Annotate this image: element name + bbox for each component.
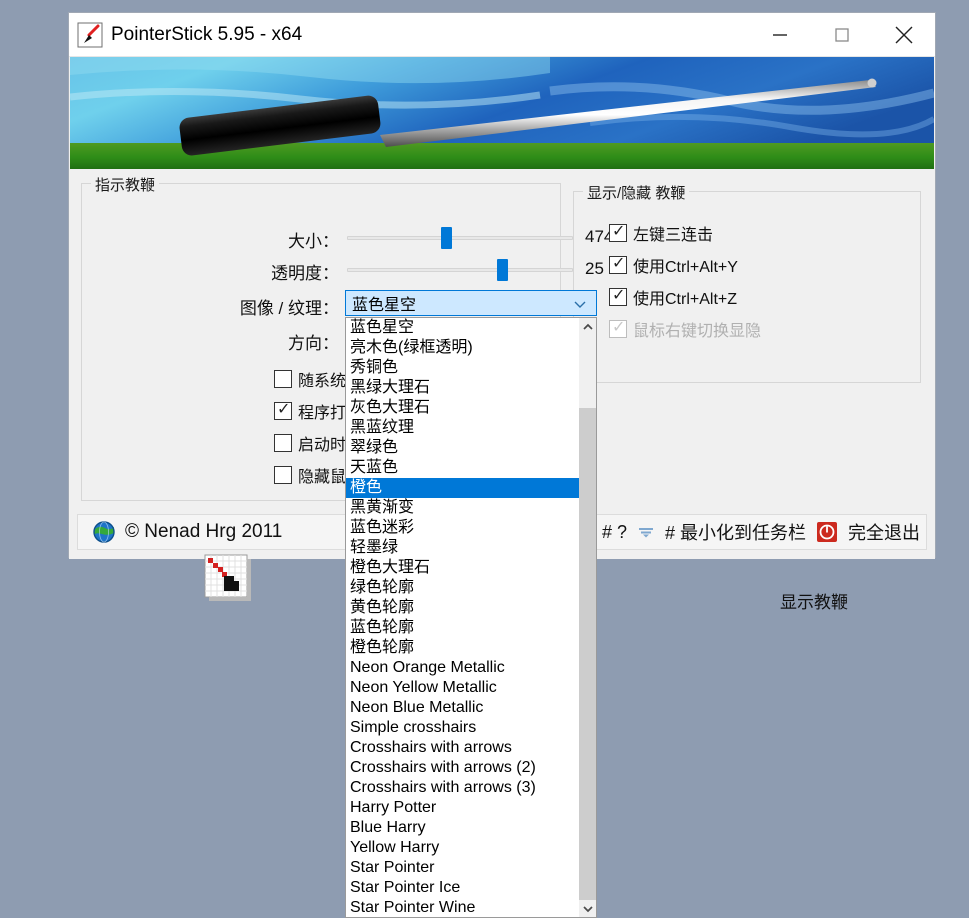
transparency-slider[interactable]: [347, 259, 573, 281]
dropdown-item[interactable]: 蓝色轮廓: [346, 618, 579, 638]
dropdown-scrollbar[interactable]: [579, 318, 596, 917]
pointer-preview-banner: [70, 57, 934, 169]
image-texture-combobox-value: 蓝色星空: [352, 291, 416, 315]
size-slider-track: [347, 236, 573, 240]
pointer-texture-preview-icon: [204, 554, 252, 606]
checkbox-row-hidemouse[interactable]: 隐藏鼠: [274, 463, 346, 487]
dropdown-item[interactable]: Star Pointer Wine: [346, 898, 579, 918]
minimize-icon: [770, 29, 790, 41]
application-window: PointerStick 5.95 - x64: [68, 12, 936, 558]
dropdown-item[interactable]: 蓝色迷彩: [346, 518, 579, 538]
scroll-down-button[interactable]: [579, 900, 596, 917]
size-slider[interactable]: [347, 227, 573, 249]
dropdown-separator-icon-2[interactable]: [637, 525, 655, 539]
dropdown-item[interactable]: 黄色轮廓: [346, 598, 579, 618]
pointer-settings-legend: 指示教鞭: [91, 174, 159, 195]
dropdown-items: 蓝色星空亮木色(绿框透明)秀铜色黑绿大理石灰色大理石黑蓝纹理翠绿色天蓝色橙色黑黄…: [346, 318, 579, 918]
checkbox-triple-click-label: 左键三连击: [633, 221, 713, 245]
dropdown-item[interactable]: Neon Yellow Metallic: [346, 678, 579, 698]
window-title: PointerStick 5.95 - x64: [111, 24, 302, 46]
dropdown-item[interactable]: 黑蓝纹理: [346, 418, 579, 438]
dropdown-item[interactable]: Neon Orange Metallic: [346, 658, 579, 678]
checkbox-system[interactable]: [274, 370, 292, 388]
checkbox-hidemouse-label: 隐藏鼠: [298, 463, 346, 487]
dropdown-item[interactable]: 橙色: [346, 478, 579, 498]
show-pointer-stick-button[interactable]: 显示教鞭: [669, 587, 959, 613]
chevron-down-icon[interactable]: [572, 296, 588, 312]
dropdown-item[interactable]: 蓝色星空: [346, 318, 579, 338]
size-slider-thumb[interactable]: [441, 227, 452, 249]
checkbox-system-label: 随系统: [298, 367, 346, 391]
transparency-label: 透明度：: [199, 259, 339, 284]
checkbox-ctrl-alt-z[interactable]: ✓: [609, 288, 627, 306]
checkbox-right-click-toggle: ✓: [609, 320, 627, 338]
dropdown-item[interactable]: Yellow Harry: [346, 838, 579, 858]
checkbox-row-ctrl-alt-y[interactable]: ✓ 使用Ctrl+Alt+Y: [609, 253, 738, 277]
dropdown-item[interactable]: 翠绿色: [346, 438, 579, 458]
dropdown-item[interactable]: Blue Harry: [346, 818, 579, 838]
checkbox-hidemouse[interactable]: [274, 466, 292, 484]
dropdown-item[interactable]: 橙色大理石: [346, 558, 579, 578]
pointer-stick-icon: [77, 22, 103, 48]
scrollbar-thumb[interactable]: [579, 335, 596, 408]
close-icon: [892, 23, 916, 47]
dropdown-item[interactable]: 秀铜色: [346, 358, 579, 378]
minimize-to-tray-button[interactable]: # 最小化到任务栏: [665, 519, 806, 545]
exit-button[interactable]: 完全退出: [848, 519, 920, 545]
dropdown-item[interactable]: 天蓝色: [346, 458, 579, 478]
checkbox-program[interactable]: ✓: [274, 402, 292, 420]
dropdown-item[interactable]: Simple crosshairs: [346, 718, 579, 738]
dropdown-item[interactable]: Star Pointer Ice: [346, 878, 579, 898]
chevron-up-icon: [582, 321, 594, 333]
dropdown-item[interactable]: Crosshairs with arrows (3): [346, 778, 579, 798]
dropdown-item[interactable]: Neon Blue Metallic: [346, 698, 579, 718]
checkbox-triple-click[interactable]: ✓: [609, 224, 627, 242]
checkbox-ctrl-alt-y[interactable]: ✓: [609, 256, 627, 274]
checkbox-right-click-toggle-label: 鼠标右键切换显隐: [633, 317, 761, 341]
scroll-up-button[interactable]: [579, 318, 596, 335]
checkbox-ctrl-alt-z-label: 使用Ctrl+Alt+Z: [633, 285, 737, 309]
checkbox-row-triple-click[interactable]: ✓ 左键三连击: [609, 221, 713, 245]
dropdown-item[interactable]: Crosshairs with arrows (2): [346, 758, 579, 778]
status-copyright-area: © Nenad Hrg 2011: [92, 520, 282, 544]
showhide-legend: 显示/隐藏 教鞭: [583, 182, 689, 203]
image-texture-dropdown-list[interactable]: 蓝色星空亮木色(绿框透明)秀铜色黑绿大理石灰色大理石黑蓝纹理翠绿色天蓝色橙色黑黄…: [345, 317, 597, 918]
globe-icon: [92, 520, 116, 544]
dropdown-item[interactable]: 轻墨绿: [346, 538, 579, 558]
dropdown-item[interactable]: 黑绿大理石: [346, 378, 579, 398]
dropdown-item[interactable]: 灰色大理石: [346, 398, 579, 418]
help-button[interactable]: # ?: [602, 522, 627, 543]
checkbox-row-program[interactable]: ✓ 程序打: [274, 399, 346, 423]
direction-label: 方向：: [259, 329, 339, 354]
dropdown-item[interactable]: 橙色轮廓: [346, 638, 579, 658]
transparency-slider-track: [347, 268, 573, 272]
title-bar: PointerStick 5.95 - x64: [69, 13, 935, 57]
dropdown-item[interactable]: 黑黄渐变: [346, 498, 579, 518]
checkbox-row-system[interactable]: 随系统: [274, 367, 346, 391]
maximize-icon: [832, 25, 852, 45]
window-controls: [749, 13, 935, 56]
size-label: 大小：: [219, 227, 339, 252]
transparency-slider-thumb[interactable]: [497, 259, 508, 281]
checkbox-row-ctrl-alt-z[interactable]: ✓ 使用Ctrl+Alt+Z: [609, 285, 737, 309]
dropdown-item[interactable]: Star Pointer: [346, 858, 579, 878]
minimize-button[interactable]: [749, 13, 811, 56]
chevron-down-icon: [582, 903, 594, 915]
dropdown-item[interactable]: Crosshairs with arrows: [346, 738, 579, 758]
checkbox-startup-label: 启动时: [298, 431, 346, 455]
checkbox-startup[interactable]: [274, 434, 292, 452]
dropdown-item[interactable]: 亮木色(绿框透明): [346, 338, 579, 358]
dropdown-item[interactable]: 绿色轮廓: [346, 578, 579, 598]
close-button[interactable]: [873, 13, 935, 56]
checkbox-program-label: 程序打: [298, 399, 346, 423]
dropdown-item[interactable]: Harry Potter: [346, 798, 579, 818]
image-texture-label: 图像 / 纹理：: [209, 294, 339, 319]
checkbox-row-startup[interactable]: 启动时: [274, 431, 346, 455]
copyright-text: © Nenad Hrg 2011: [125, 521, 282, 543]
maximize-button[interactable]: [811, 13, 873, 56]
checkbox-ctrl-alt-y-label: 使用Ctrl+Alt+Y: [633, 253, 738, 277]
power-exit-icon[interactable]: [816, 521, 838, 543]
checkbox-row-right-click-toggle: ✓ 鼠标右键切换显隐: [609, 317, 761, 341]
image-texture-combobox[interactable]: 蓝色星空: [345, 290, 597, 316]
